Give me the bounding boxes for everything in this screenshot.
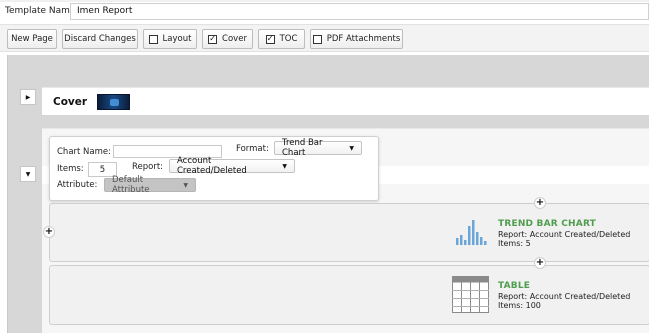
add-chart-between-icon[interactable]: + xyxy=(534,257,546,269)
cover-checkbox[interactable]: ✓ xyxy=(208,34,218,44)
discard-changes-label: Discard Changes xyxy=(64,34,136,44)
report-select[interactable]: Account Created/Deleted ▼ xyxy=(169,156,295,176)
add-chart-left-icon[interactable]: + xyxy=(43,226,55,238)
template-name-label: Template Name: xyxy=(5,6,79,16)
chart-title: TABLE xyxy=(498,281,531,291)
chart-title: TREND BAR CHART xyxy=(498,219,597,229)
section-collapse-button[interactable]: ▼ xyxy=(20,166,36,182)
chart-report: Report: Account Created/Deleted xyxy=(498,292,631,301)
attribute-label: Attribute: xyxy=(57,180,98,190)
chart-items: Items: 5 xyxy=(498,239,531,248)
chevron-down-icon: ▼ xyxy=(349,144,354,152)
discard-changes-button[interactable]: Discard Changes xyxy=(62,29,138,49)
new-page-label: New Page xyxy=(11,34,53,44)
chart-card-trend-bar[interactable]: TREND BAR CHART Report: Account Created/… xyxy=(49,203,649,262)
report-canvas: ▶ Cover ▼ Chart Name: Format: Trend Bar … xyxy=(7,55,649,333)
chart-card-table[interactable]: TABLE Report: Account Created/Deleted It… xyxy=(49,265,649,325)
report-value: Account Created/Deleted xyxy=(177,156,247,176)
chart-name-label: Chart Name: xyxy=(57,147,112,157)
toc-label: TOC xyxy=(279,34,298,44)
toc-checkbox[interactable]: ✓ xyxy=(265,34,275,44)
caret-down-icon: ▼ xyxy=(25,170,31,178)
toc-toggle[interactable]: ✓ TOC xyxy=(258,29,305,49)
chart-items: Items: 100 xyxy=(498,301,541,310)
template-name-input[interactable]: Imen Report xyxy=(70,3,649,20)
layout-toggle[interactable]: Layout xyxy=(143,29,197,49)
chevron-down-icon: ▼ xyxy=(282,162,287,170)
layout-checkbox[interactable] xyxy=(148,34,158,44)
new-page-button[interactable]: New Page xyxy=(7,29,57,49)
attribute-select[interactable]: Default Attribute ▼ xyxy=(104,175,196,195)
trend-bar-chart-icon xyxy=(456,220,487,245)
chart-report: Report: Account Created/Deleted xyxy=(498,230,631,239)
attribute-value: Default Attribute xyxy=(112,175,150,195)
toolbar: New Page Discard Changes Layout ✓ Cover … xyxy=(0,24,649,52)
chart-editor-popup: Chart Name: Format: Trend Bar Chart ▼ It… xyxy=(49,136,379,201)
table-icon xyxy=(452,276,489,313)
format-label: Format: xyxy=(236,144,269,154)
cover-section[interactable]: Cover xyxy=(42,87,649,115)
items-label: Items: xyxy=(57,164,84,174)
layout-label: Layout xyxy=(162,34,192,44)
cover-thumbnail xyxy=(97,94,130,110)
pdf-attachments-label: PDF Attachments xyxy=(326,34,401,44)
cover-expand-button[interactable]: ▶ xyxy=(20,89,36,105)
format-select[interactable]: Trend Bar Chart ▼ xyxy=(274,138,362,158)
pdf-attachments-checkbox[interactable] xyxy=(312,34,322,44)
top-border xyxy=(0,0,649,2)
report-label: Report: xyxy=(132,162,164,172)
add-chart-above-icon[interactable]: + xyxy=(534,197,546,209)
cover-toggle[interactable]: ✓ Cover xyxy=(202,29,253,49)
caret-right-icon: ▶ xyxy=(25,93,31,101)
chevron-down-icon: ▼ xyxy=(183,181,188,189)
pdf-attachments-toggle[interactable]: PDF Attachments xyxy=(310,29,403,49)
format-value: Trend Bar Chart xyxy=(282,138,323,158)
cover-label: Cover xyxy=(222,34,247,44)
cover-title: Cover xyxy=(53,96,88,108)
